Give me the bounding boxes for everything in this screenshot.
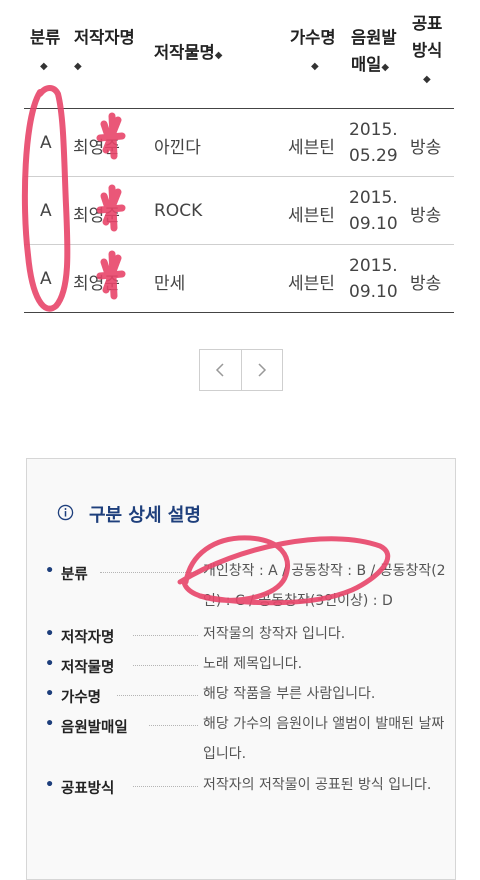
cell-writer: 최영준 [73,206,120,226]
pagination [199,349,283,391]
cell-release-date: 2015. 09.10 [349,188,398,234]
definition-term: 저작물명 [61,660,115,676]
sort-icon[interactable]: ◆ [423,74,431,85]
cell-singer: 세븐틴 [288,274,335,294]
cell-singer: 세븐틴 [288,138,335,158]
cell-method: 방송 [410,274,442,294]
cell-release-date: 2015. 09.10 [349,256,398,302]
header-category[interactable]: 분류 [30,24,60,51]
sort-icon[interactable]: ◆ [381,54,389,81]
cell-work[interactable]: 아낀다 [154,133,201,158]
song-table: 분류 ◆ 저작자명 ◆ 저작물명◆ 가수명 ◆ 음원발 매일◆ 공표 방식 ◆ … [24,0,454,313]
header-release-date[interactable]: 음원발 매일◆ [351,24,397,81]
definition-desc: 노래 제목입니다. [203,656,303,672]
info-icon [57,504,74,521]
definition-term: 저작자명 [61,630,115,646]
definition-desc: 개인창작 : A / 공동창작 : B / 공동창작(2인) : C / 공동창… [203,563,446,609]
cell-work[interactable]: 만세 [154,269,185,294]
prev-page-button[interactable] [200,350,241,390]
cell-method: 방송 [410,206,442,226]
header-writer[interactable]: 저작자명 [74,24,135,51]
table-header: 분류 ◆ 저작자명 ◆ 저작물명◆ 가수명 ◆ 음원발 매일◆ 공표 방식 ◆ [24,0,454,109]
category-info-box: 구분 상세 설명 • 분류 개인창작 : A / 공동창작 : B / 공동창작… [26,458,456,880]
definition-desc: 저작자의 저작물이 공표된 방식 입니다. [203,777,432,793]
table-row[interactable]: A 최영준 ROCK 세븐틴 2015. 09.10 방송 [24,177,454,245]
definition-term: 음원발매일 [61,720,128,736]
cell-category: A [40,269,52,289]
cell-work[interactable]: ROCK [154,201,202,221]
chevron-left-icon [216,363,224,377]
table-row[interactable]: A 최영준 아낀다 세븐틴 2015. 05.29 방송 [24,109,454,177]
cell-writer: 최영준 [73,274,120,294]
definition-term: 분류 [61,567,88,583]
sort-icon[interactable]: ◆ [40,61,48,72]
cell-category: A [40,133,52,153]
header-method[interactable]: 공표 방식 [412,10,442,64]
sort-icon[interactable]: ◆ [215,42,223,69]
next-page-button[interactable] [240,350,283,390]
table-row[interactable]: A 최영준 만세 세븐틴 2015. 09.10 방송 [24,245,454,313]
cell-method: 방송 [410,138,442,158]
header-singer[interactable]: 가수명 [290,24,336,51]
definition-desc: 해당 작품을 부른 사람입니다. [203,686,376,702]
sort-icon[interactable]: ◆ [311,61,319,72]
cell-singer: 세븐틴 [288,206,335,226]
cell-release-date: 2015. 05.29 [349,120,398,166]
sort-icon[interactable]: ◆ [74,61,82,72]
definition-term: 공표방식 [61,781,115,797]
definition-term: 가수명 [61,690,102,706]
definition-desc: 저작물의 창작자 입니다. [203,626,346,642]
header-work[interactable]: 저작물명◆ [154,39,222,69]
chevron-right-icon [258,363,266,377]
definition-desc: 해당 가수의 음원이나 앨범이 발매된 날짜입니다. [203,716,445,762]
cell-writer: 최영준 [73,138,120,158]
cell-category: A [40,201,52,221]
